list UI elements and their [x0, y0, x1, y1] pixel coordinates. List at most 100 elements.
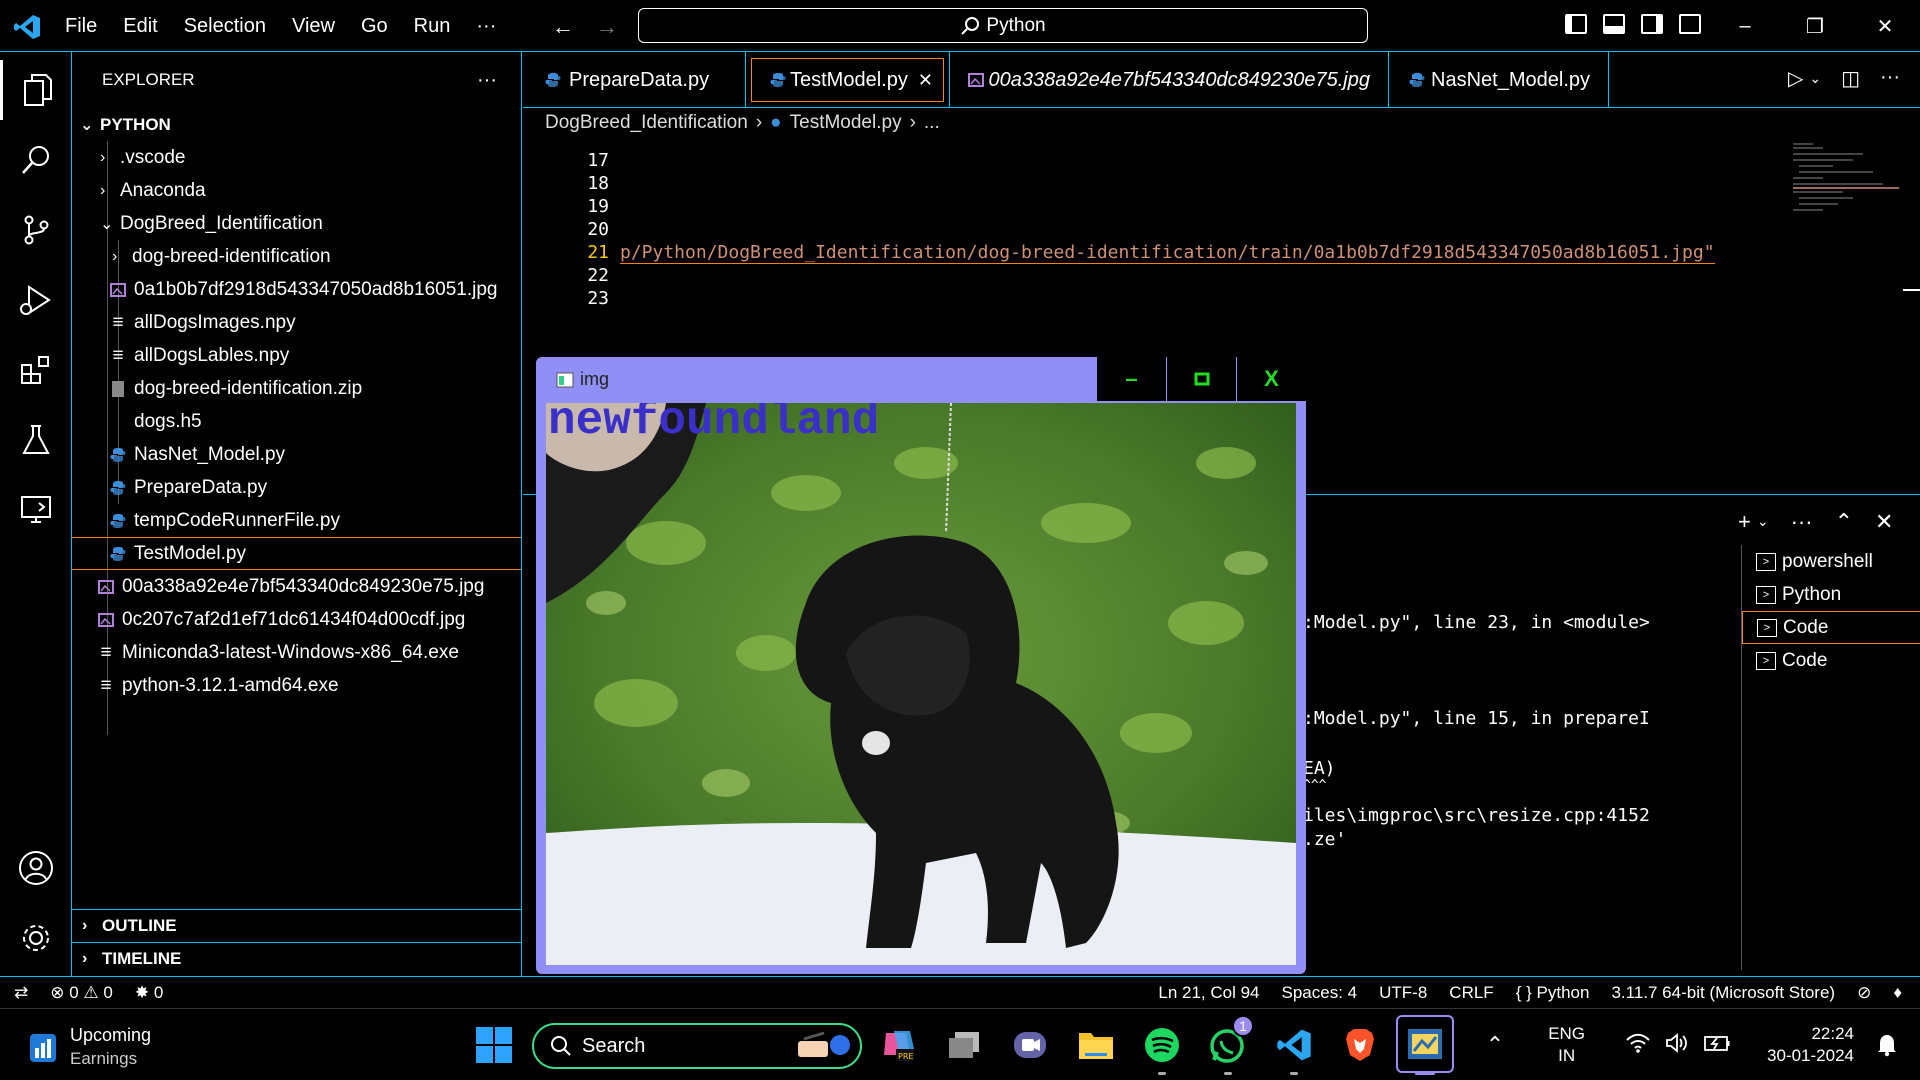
code-line-21[interactable]: p/Python/DogBreed_Identification/dog-bre…: [620, 242, 1715, 264]
new-terminal-plus-icon[interactable]: +: [1738, 509, 1751, 535]
menu-view[interactable]: View: [279, 15, 348, 38]
explorer-icon[interactable]: [0, 60, 72, 120]
menu-go[interactable]: Go: [348, 15, 401, 38]
command-center-search[interactable]: Python: [638, 8, 1368, 43]
testing-flask-icon[interactable]: [0, 410, 72, 470]
python-interpreter[interactable]: 3.11.7 64-bit (Microsoft Store): [1611, 983, 1835, 1003]
image-window-maximize-button[interactable]: [1166, 357, 1236, 401]
breadcrumb-symbol[interactable]: ...: [924, 112, 940, 134]
tree-folder-dog-breed-identification[interactable]: › dog-breed-identification: [112, 240, 331, 273]
start-windows-icon[interactable]: [474, 1025, 514, 1065]
language-mode[interactable]: { } Python: [1516, 983, 1590, 1003]
outline-section[interactable]: › OUTLINE: [72, 909, 522, 942]
minimap[interactable]: [1793, 140, 1903, 230]
notifications-bell-icon[interactable]: ♦: [1893, 983, 1902, 1003]
image-viewer-window[interactable]: img – X newfoundland: [536, 357, 1306, 974]
back-arrow-icon[interactable]: ←: [552, 14, 574, 40]
wifi-icon[interactable]: [1625, 1033, 1651, 1058]
spotify-icon[interactable]: [1142, 1025, 1182, 1075]
tree-file-py-selected[interactable]: TestModel.py: [72, 537, 521, 570]
extensions-icon[interactable]: [0, 340, 72, 400]
run-python-file-icon[interactable]: ▷: [1788, 66, 1803, 91]
notification-bell-icon[interactable]: [1876, 1033, 1898, 1062]
panel-more-icon[interactable]: ···: [1791, 509, 1813, 535]
cursor-position[interactable]: Ln 21, Col 94: [1158, 983, 1259, 1003]
widgets-button[interactable]: Upcoming Earnings: [28, 1023, 151, 1071]
taskbar-search[interactable]: Search: [532, 1023, 862, 1069]
tree-folder-anaconda[interactable]: › Anaconda: [100, 174, 206, 207]
editor-more-icon[interactable]: ···: [1880, 66, 1900, 91]
breadcrumb-folder[interactable]: DogBreed_Identification: [545, 112, 748, 134]
accounts-icon[interactable]: [0, 838, 72, 898]
tree-file-jpg[interactable]: 0a1b0b7df2918d543347050ad8b16051.jpg: [106, 273, 498, 306]
menu-more[interactable]: ···: [463, 15, 509, 38]
tab-close-icon[interactable]: ✕: [918, 70, 933, 91]
run-dropdown-chevron-icon[interactable]: ⌄: [1809, 70, 1821, 91]
terminal-item-code-selected[interactable]: > Code: [1742, 611, 1920, 644]
tree-file-jpg[interactable]: 00a338a92e4e7bf543340dc849230e75.jpg: [94, 570, 484, 603]
tree-file-exe[interactable]: ≡ Miniconda3-latest-Windows-x86_64.exe: [94, 636, 458, 669]
problems-indicator[interactable]: ⊗ 0 ⚠ 0: [50, 983, 113, 1003]
tree-file-npy[interactable]: ≡ allDogsLables.npy: [106, 339, 289, 372]
toggle-primary-sidebar-icon[interactable]: [1565, 14, 1587, 34]
ports-indicator[interactable]: ✸ 0: [135, 983, 163, 1003]
run-debug-icon[interactable]: [0, 270, 72, 330]
scrollbar-indicator[interactable]: [1903, 289, 1920, 291]
encoding[interactable]: UTF-8: [1379, 983, 1427, 1003]
split-editor-icon[interactable]: ◫: [1841, 66, 1860, 91]
copilot-preview-icon[interactable]: PRE: [878, 1025, 918, 1065]
menu-run[interactable]: Run: [401, 15, 464, 38]
remote-explorer-icon[interactable]: [0, 480, 72, 540]
tree-file-py[interactable]: NasNet_Model.py: [106, 438, 285, 471]
tree-folder-vscode[interactable]: › .vscode: [100, 141, 185, 174]
image-window-minimize-button[interactable]: –: [1096, 357, 1166, 401]
close-panel-icon[interactable]: ✕: [1875, 509, 1893, 535]
tree-file-exe[interactable]: ≡ python-3.12.1-amd64.exe: [94, 669, 338, 702]
tree-file-jpg[interactable]: 0c207c7af2d1ef71dc61434f04d00cdf.jpg: [94, 603, 465, 636]
tree-file-npy[interactable]: ≡ allDogsImages.npy: [106, 306, 295, 339]
brave-browser-icon[interactable]: [1340, 1025, 1380, 1065]
meet-chat-icon[interactable]: [1010, 1025, 1050, 1065]
menu-file[interactable]: File: [52, 15, 110, 38]
restore-window-icon[interactable]: ❐: [1780, 0, 1850, 52]
customize-layout-icon[interactable]: [1679, 14, 1701, 34]
whatsapp-icon[interactable]: 1: [1208, 1015, 1254, 1075]
explorer-more-button[interactable]: ···: [477, 69, 497, 92]
breadcrumb-file[interactable]: TestModel.py: [790, 112, 902, 134]
python-opencv-window-icon-active[interactable]: [1396, 1015, 1454, 1075]
toggle-panel-icon[interactable]: [1603, 14, 1625, 34]
indentation[interactable]: Spaces: 4: [1282, 983, 1358, 1003]
source-control-icon[interactable]: [0, 200, 72, 260]
minimize-window-icon[interactable]: –: [1710, 0, 1780, 52]
search-view-icon[interactable]: [0, 130, 72, 190]
terminal-item-powershell[interactable]: > powershell: [1742, 545, 1920, 578]
menu-selection[interactable]: Selection: [171, 15, 279, 38]
tree-file-zip[interactable]: dog-breed-identification.zip: [106, 372, 362, 405]
close-window-icon[interactable]: ✕: [1850, 0, 1920, 52]
workspace-root[interactable]: ⌄ PYTHON: [80, 108, 171, 141]
terminal-dropdown-chevron-icon[interactable]: ⌄: [1757, 513, 1769, 535]
file-explorer-icon[interactable]: [1076, 1025, 1116, 1065]
tree-file-py[interactable]: PrepareData.py: [106, 471, 267, 504]
battery-charging-icon[interactable]: [1703, 1033, 1731, 1058]
toggle-secondary-sidebar-icon[interactable]: [1641, 14, 1663, 34]
end-of-line[interactable]: CRLF: [1449, 983, 1493, 1003]
tab-nasnet[interactable]: NasNet_Model.py: [1389, 52, 1609, 108]
image-window-close-button[interactable]: X: [1236, 357, 1306, 401]
timeline-section[interactable]: › TIMELINE: [72, 942, 522, 975]
tree-file-py[interactable]: tempCodeRunnerFile.py: [106, 504, 340, 537]
maximize-panel-chevron-up-icon[interactable]: ⌃: [1835, 509, 1853, 535]
clock[interactable]: 22:24 30-01-2024: [1767, 1023, 1854, 1067]
menu-edit[interactable]: Edit: [110, 15, 170, 38]
show-hidden-icons-chevron-icon[interactable]: ⌃: [1486, 1032, 1504, 1058]
copilot-disabled-icon[interactable]: ⊘: [1857, 983, 1871, 1003]
manage-gear-icon[interactable]: [0, 908, 72, 968]
volume-icon[interactable]: [1665, 1032, 1689, 1058]
remote-indicator-icon[interactable]: ⇄: [14, 983, 28, 1003]
vscode-taskbar-icon[interactable]: [1274, 1025, 1314, 1075]
input-language[interactable]: ENG IN: [1548, 1023, 1585, 1067]
tab-preparedata[interactable]: PrepareData.py: [523, 52, 746, 108]
tab-image-preview[interactable]: 00a338a92e4e7bf543340dc849230e75.jpg: [949, 52, 1389, 108]
image-window-title[interactable]: img: [556, 369, 609, 390]
terminal-item-python[interactable]: > Python: [1742, 578, 1920, 611]
